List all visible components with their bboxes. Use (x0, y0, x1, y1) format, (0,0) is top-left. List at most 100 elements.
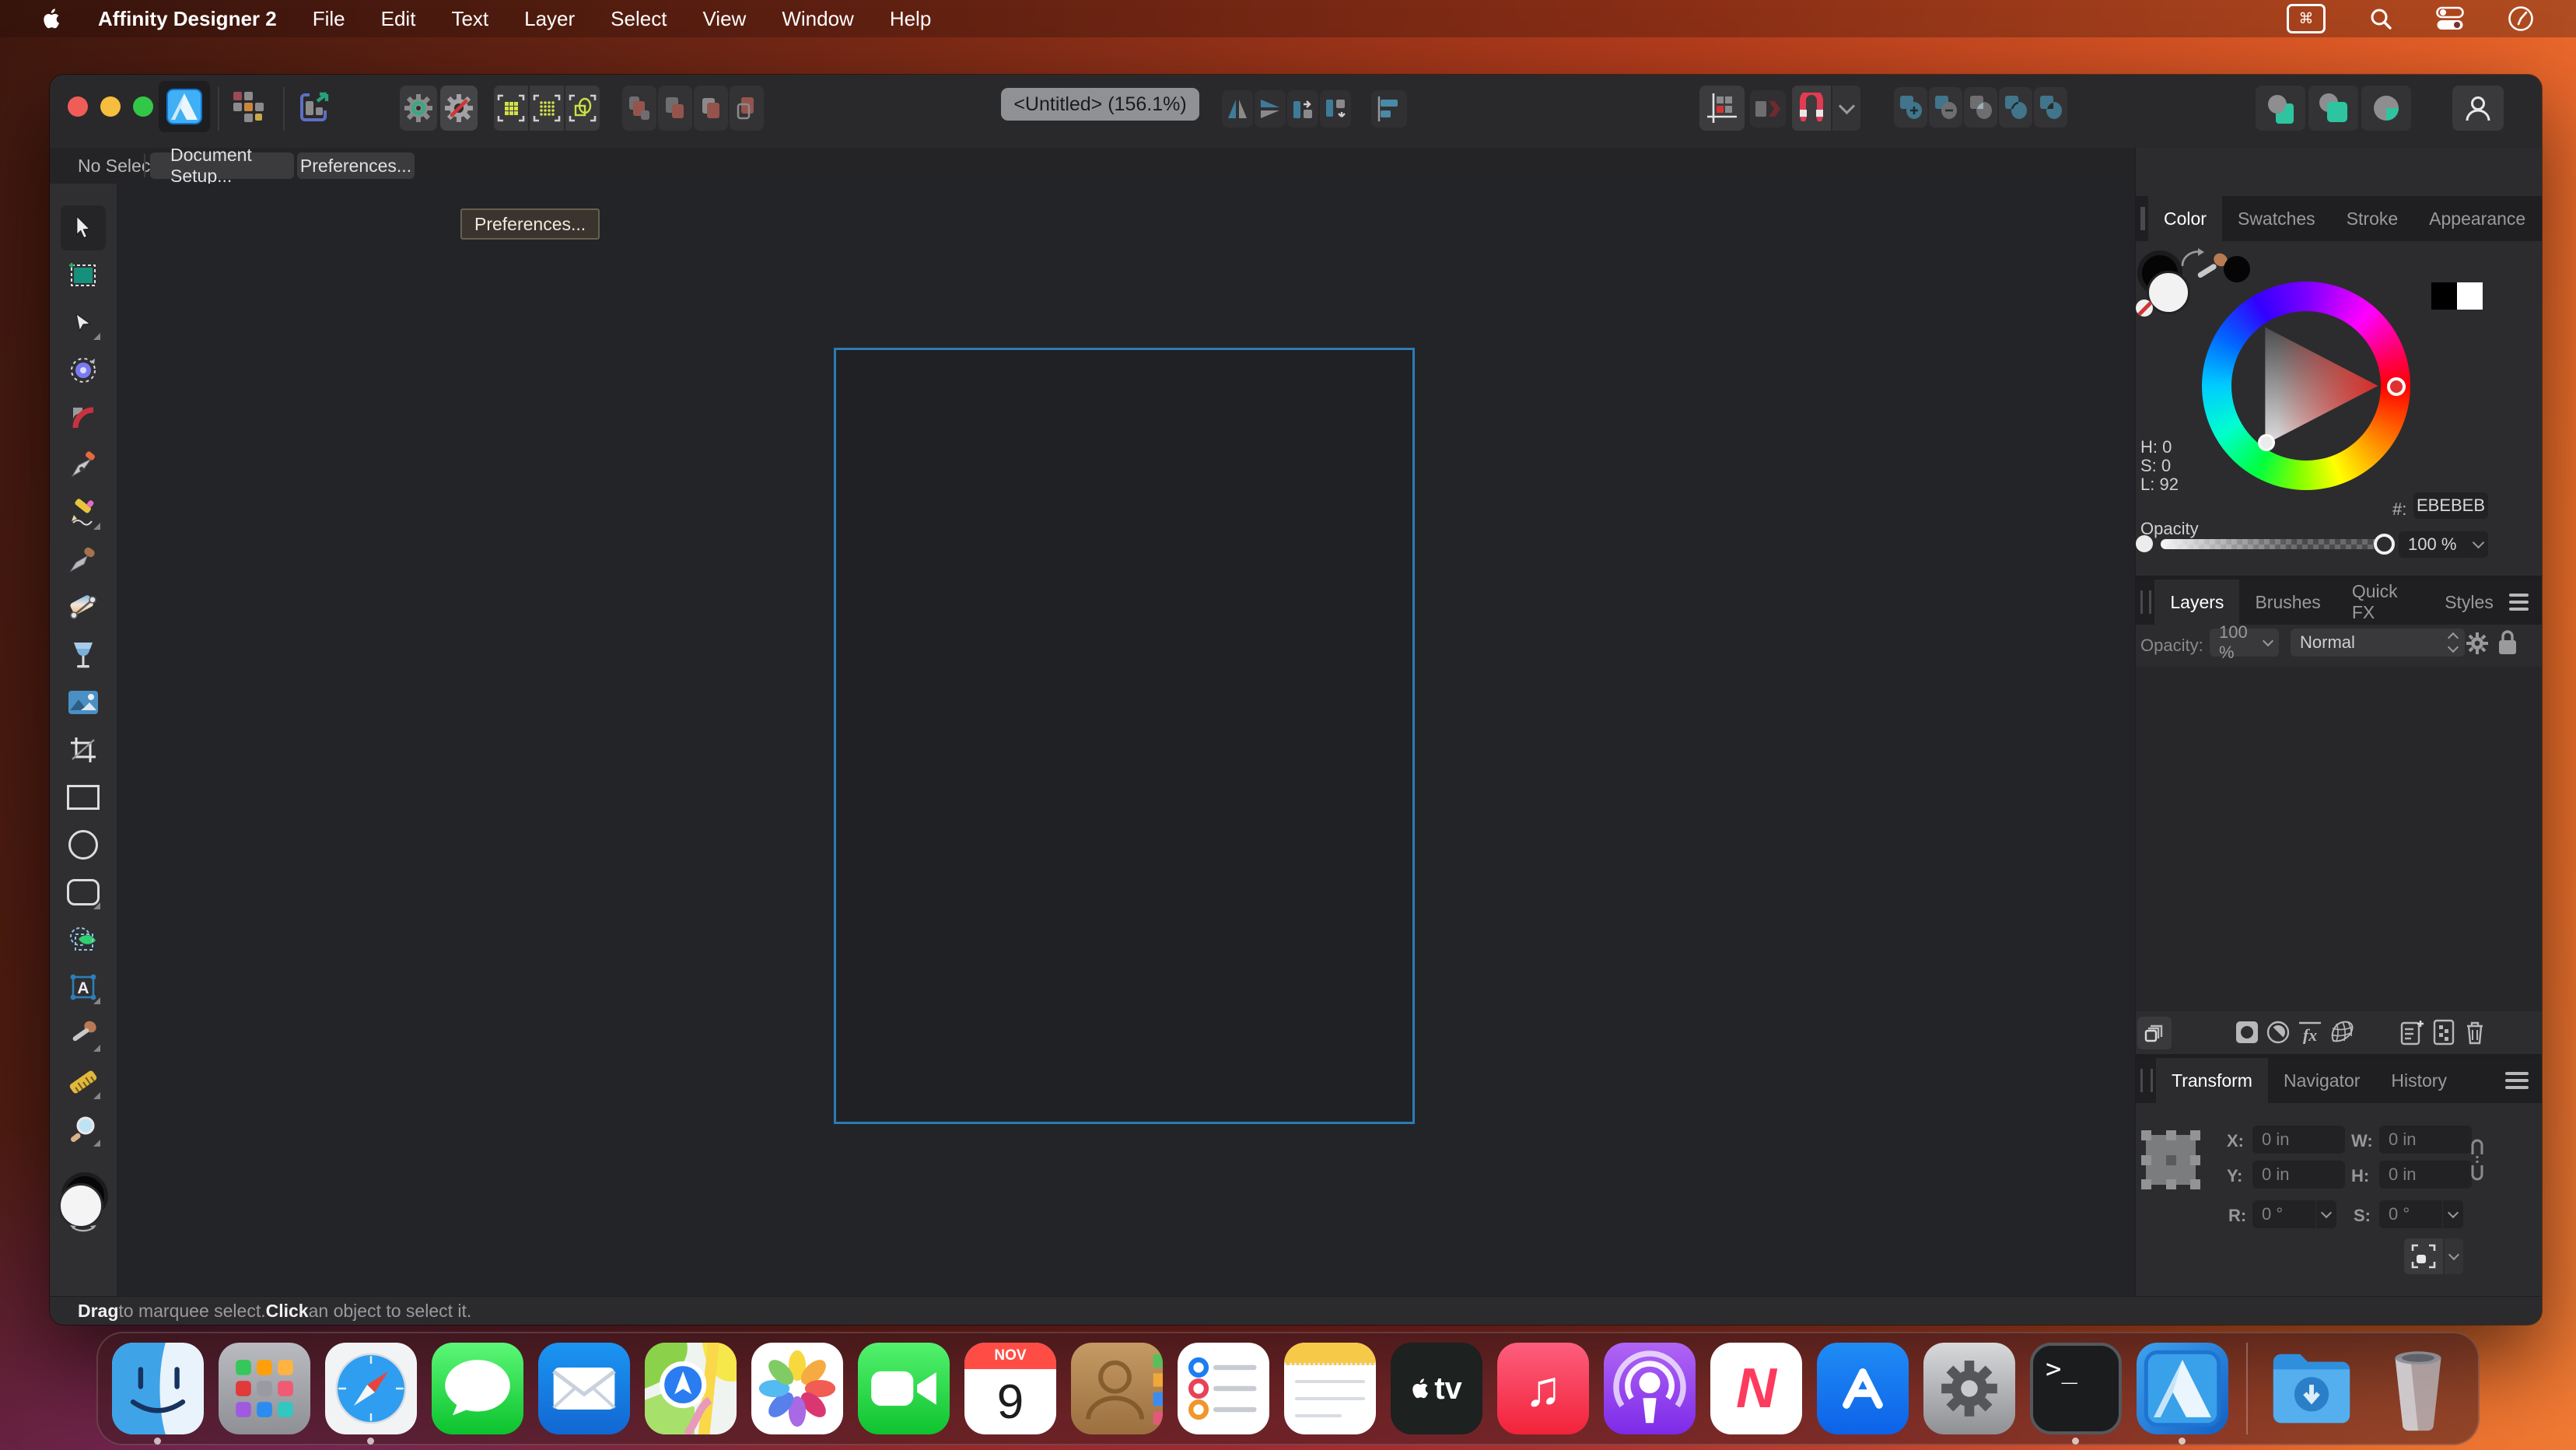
dock-trash[interactable] (2372, 1343, 2464, 1434)
pencil-tool[interactable] (65, 495, 101, 531)
tab-styles[interactable]: Styles (2429, 580, 2509, 625)
place-image-tool[interactable] (65, 685, 101, 720)
layer-settings-gear-icon[interactable] (2465, 631, 2490, 656)
insert-behind-button[interactable] (622, 86, 656, 131)
pen-tool[interactable] (65, 447, 101, 483)
dock-calendar[interactable]: NOV 9 (964, 1343, 1056, 1434)
r-field[interactable]: 0 ° (2252, 1200, 2324, 1228)
s-dropdown[interactable] (2442, 1200, 2463, 1228)
swap-colors-icon[interactable] (68, 1224, 99, 1235)
menu-layer[interactable]: Layer (524, 7, 575, 31)
dock-podcasts[interactable] (1604, 1343, 1696, 1434)
clock-icon[interactable] (2508, 5, 2534, 32)
document-page[interactable] (834, 348, 1415, 1124)
panel-grip[interactable] (2140, 590, 2151, 614)
adjustment-layer-icon[interactable] (2266, 1021, 2290, 1044)
close-button[interactable] (68, 96, 88, 117)
toggle-grid-button[interactable] (1699, 86, 1745, 131)
insert-inside-button[interactable] (658, 86, 692, 131)
flip-vertical-button[interactable] (1255, 90, 1286, 128)
fill-color-chip[interactable] (2147, 271, 2190, 314)
snapping-options-button[interactable] (400, 86, 437, 131)
fill-tool[interactable] (65, 590, 101, 625)
tab-swatches[interactable]: Swatches (2222, 196, 2331, 241)
apple-menu-icon[interactable] (42, 7, 62, 30)
delete-layer-icon[interactable] (2464, 1019, 2486, 1045)
zoom-window-button[interactable] (133, 96, 153, 117)
shape-builder-tool[interactable] (65, 922, 101, 958)
designer-persona-button[interactable] (159, 81, 210, 132)
h-field[interactable]: 0 in (2379, 1161, 2472, 1189)
panel-grip[interactable] (2140, 1069, 2153, 1092)
move-to-front-button[interactable] (2361, 86, 2411, 131)
alignment-button[interactable] (1371, 90, 1407, 128)
panel-menu-icon[interactable] (2509, 590, 2529, 615)
move-forward-button[interactable] (2308, 86, 2358, 131)
white-swatch[interactable] (2457, 282, 2483, 310)
picked-color-chip[interactable] (2224, 256, 2250, 282)
s-field[interactable]: 0 ° (2379, 1200, 2451, 1228)
dock-maps[interactable] (645, 1343, 737, 1434)
pixel-persona-button[interactable] (227, 86, 271, 129)
r-dropdown[interactable] (2315, 1200, 2336, 1228)
rotate-ccw-button[interactable] (1287, 90, 1318, 128)
add-layer-icon[interactable] (2400, 1019, 2425, 1045)
transform-mode-button[interactable] (2404, 1238, 2443, 1274)
w-field[interactable]: 0 in (2379, 1126, 2472, 1154)
knife-tool[interactable] (65, 542, 101, 578)
opacity-slider-knob[interactable] (2374, 534, 2395, 555)
x-field[interactable]: 0 in (2252, 1126, 2345, 1154)
account-button[interactable] (2452, 86, 2504, 131)
dock-news[interactable]: N (1710, 1343, 1802, 1434)
vector-crop-tool[interactable] (65, 732, 101, 768)
transform-separately-button[interactable] (1750, 90, 1786, 128)
export-persona-button[interactable] (294, 86, 338, 129)
tab-history[interactable]: History (2375, 1058, 2462, 1103)
opacity-dropdown[interactable] (2468, 531, 2488, 558)
menu-text[interactable]: Text (451, 7, 488, 31)
tab-brushes[interactable]: Brushes (2239, 580, 2336, 625)
dock-affinity-designer[interactable] (2137, 1343, 2228, 1434)
dock-system-settings[interactable] (1923, 1343, 2015, 1434)
dock-messages[interactable] (432, 1343, 523, 1434)
layer-opacity-dropdown[interactable] (2257, 629, 2279, 657)
dock-music[interactable]: ♫ (1497, 1343, 1589, 1434)
document-setup-button[interactable]: Document Setup... (150, 152, 294, 179)
dock-terminal[interactable]: >_ (2030, 1343, 2122, 1434)
tab-layers[interactable]: Layers (2154, 580, 2239, 625)
menu-edit[interactable]: Edit (381, 7, 416, 31)
dock-photos[interactable] (751, 1343, 843, 1434)
boolean-subtract-button[interactable] (1929, 87, 1962, 128)
dock-facetime[interactable] (858, 1343, 950, 1434)
transform-mode-dropdown[interactable] (2445, 1238, 2463, 1274)
tab-appearance[interactable]: Appearance (2413, 196, 2541, 241)
dock-safari[interactable] (325, 1343, 417, 1434)
mask-layer-icon[interactable] (2235, 1021, 2259, 1044)
blend-mode-dropdown[interactable]: Normal (2291, 629, 2465, 657)
preferences-button[interactable]: Preferences... (297, 152, 415, 179)
hex-input[interactable]: EBEBEB (2413, 492, 2488, 519)
opacity-value-field[interactable]: 100 % (2399, 531, 2474, 558)
fill-color-well[interactable] (58, 1183, 103, 1228)
dock-downloads[interactable] (2266, 1343, 2357, 1434)
select-objects-button[interactable] (565, 86, 600, 131)
menu-file[interactable]: File (313, 7, 345, 31)
tab-color[interactable]: Color (2148, 196, 2222, 241)
tab-transform[interactable]: Transform (2156, 1058, 2268, 1103)
dock-reminders[interactable] (1178, 1343, 1269, 1434)
rounded-rectangle-tool[interactable] (65, 874, 101, 910)
spotlight-search-icon[interactable] (2369, 7, 2392, 30)
rotate-cw-button[interactable] (1320, 90, 1351, 128)
anchor-point-selector[interactable] (2146, 1135, 2196, 1185)
dock-notes[interactable] (1284, 1343, 1376, 1434)
artboard-tool[interactable] (65, 257, 101, 293)
fill-stroke-selector[interactable] (54, 1172, 113, 1231)
move-to-back-button[interactable] (2256, 86, 2305, 131)
dock-finder[interactable] (112, 1343, 204, 1434)
measure-tool[interactable] (65, 1064, 101, 1100)
dock-app-store[interactable] (1817, 1343, 1909, 1434)
dock-mail[interactable] (538, 1343, 630, 1434)
point-transform-tool[interactable] (65, 352, 101, 388)
tab-quick-fx[interactable]: Quick FX (2336, 580, 2429, 625)
color-wheel[interactable] (2202, 282, 2410, 490)
